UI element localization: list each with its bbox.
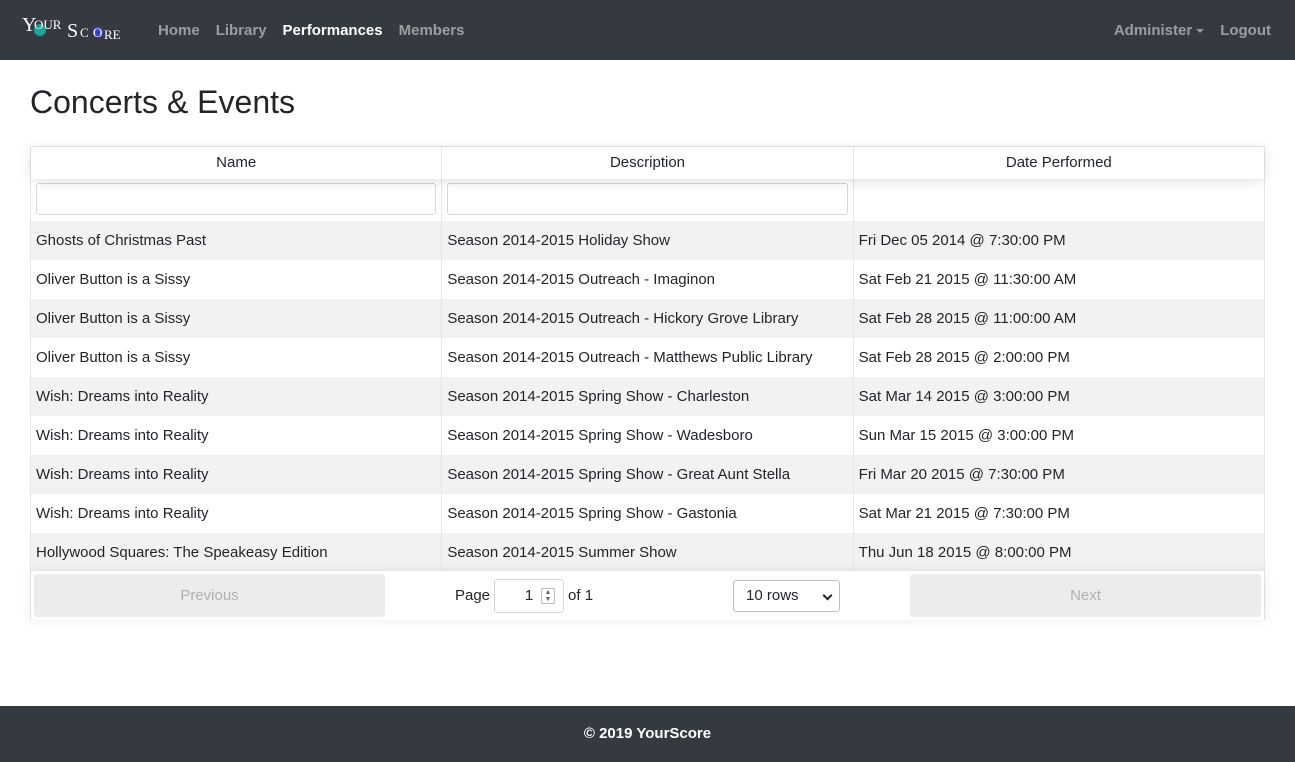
cell-name: Hollywood Squares: The Speakeasy Edition bbox=[31, 533, 443, 572]
caret-down-icon bbox=[1196, 28, 1205, 33]
cell-date: Sat Feb 21 2015 @ 11:30:00 AM bbox=[858, 271, 1077, 288]
pagination-bar: Previous Page 1 ▲ ▼ of 1 10 rows Next bbox=[31, 570, 1264, 620]
cell-date: Fri Mar 20 2015 @ 7:30:00 PM bbox=[858, 466, 1065, 483]
page-info: Page 1 ▲ ▼ of 1 bbox=[454, 578, 594, 613]
footer: © 2019 YourScore bbox=[0, 706, 1295, 762]
cell-name: Wish: Dreams into Reality bbox=[31, 494, 443, 533]
administer-label: Administer bbox=[1113, 21, 1193, 39]
cell-description: Season 2014-2015 Spring Show - Wadesboro bbox=[442, 416, 854, 455]
cell-date: Sun Mar 15 2015 @ 3:00:00 PM bbox=[858, 427, 1075, 444]
table-row[interactable]: Oliver Button is a Sissy Season 2014-201… bbox=[31, 338, 1264, 377]
cell-description: Season 2014-2015 Holiday Show bbox=[442, 221, 854, 260]
table-row[interactable]: Oliver Button is a Sissy Season 2014-201… bbox=[31, 260, 1264, 299]
cell-description: Season 2014-2015 Outreach - Matthews Pub… bbox=[442, 338, 854, 377]
table-row[interactable]: Ghosts of Christmas Past Season 2014-201… bbox=[31, 221, 1264, 260]
column-header-name[interactable]: Name bbox=[31, 147, 443, 179]
table-row[interactable]: Wish: Dreams into Reality Season 2014-20… bbox=[31, 377, 1264, 416]
name-filter-input[interactable] bbox=[36, 183, 437, 215]
logout-link[interactable]: Logout bbox=[1212, 22, 1279, 39]
cell-name: Wish: Dreams into Reality bbox=[31, 416, 443, 455]
page-label: Page bbox=[454, 587, 491, 604]
nav-performances[interactable]: Performances bbox=[275, 22, 391, 39]
rows-per-page-select[interactable]: 10 rows bbox=[733, 579, 840, 612]
cell-name: Wish: Dreams into Reality bbox=[31, 377, 443, 416]
performances-table: Name Description Date Performed Ghosts o… bbox=[30, 146, 1265, 620]
cell-name: Ghosts of Christmas Past bbox=[31, 221, 443, 260]
filter-cell-name bbox=[31, 179, 443, 221]
cell-name: Wish: Dreams into Reality bbox=[31, 455, 443, 494]
page-title: Concerts & Events bbox=[30, 84, 295, 120]
cell-date: Sat Feb 28 2015 @ 2:00:00 PM bbox=[858, 349, 1070, 366]
footer-copyright: © 2019 YourScore bbox=[583, 725, 712, 742]
nav-members[interactable]: Members bbox=[391, 22, 473, 39]
navbar: Y OUR S C O RE Home Library Performances… bbox=[0, 0, 1295, 60]
cell-date: Sat Feb 28 2015 @ 11:00:00 AM bbox=[858, 310, 1077, 327]
svg-text:O: O bbox=[93, 25, 102, 40]
previous-button[interactable]: Previous bbox=[34, 574, 385, 617]
table-row[interactable]: Wish: Dreams into Reality Season 2014-20… bbox=[31, 455, 1264, 494]
chevron-down-icon bbox=[822, 590, 833, 600]
table-row[interactable]: Wish: Dreams into Reality Season 2014-20… bbox=[31, 416, 1264, 455]
cell-date: Sat Mar 14 2015 @ 3:00:00 PM bbox=[858, 388, 1070, 405]
brand-logo[interactable]: Y OUR S C O RE bbox=[22, 15, 126, 45]
administer-dropdown[interactable]: Administer bbox=[1106, 22, 1212, 39]
filter-cell-description bbox=[442, 179, 854, 221]
cell-description: Season 2014-2015 Outreach - Hickory Grov… bbox=[442, 299, 854, 338]
cell-date: Fri Dec 05 2014 @ 7:30:00 PM bbox=[858, 232, 1066, 249]
cell-description: Season 2014-2015 Summer Show bbox=[442, 533, 854, 572]
table-row[interactable]: Oliver Button is a Sissy Season 2014-201… bbox=[31, 299, 1264, 338]
page-number-value: 1 bbox=[524, 587, 534, 604]
svg-text:OUR: OUR bbox=[34, 17, 62, 32]
cell-description: Season 2014-2015 Spring Show - Gastonia bbox=[442, 494, 854, 533]
cell-description: Season 2014-2015 Spring Show - Great Aun… bbox=[442, 455, 854, 494]
pagination-center: Page 1 ▲ ▼ of 1 10 rows bbox=[385, 578, 910, 613]
table-header: Name Description Date Performed bbox=[31, 147, 1264, 179]
cell-date: Thu Jun 18 2015 @ 8:00:00 PM bbox=[858, 544, 1072, 561]
primary-nav: Home Library Performances Members bbox=[150, 22, 472, 39]
spinner-icon[interactable]: ▲ ▼ bbox=[541, 587, 556, 604]
next-button[interactable]: Next bbox=[910, 574, 1261, 617]
filter-row bbox=[31, 179, 1264, 221]
svg-text:C: C bbox=[80, 25, 89, 40]
nav-library[interactable]: Library bbox=[208, 22, 275, 39]
page-number-input[interactable]: 1 ▲ ▼ bbox=[494, 578, 565, 613]
table-row[interactable]: Hollywood Squares: The Speakeasy Edition… bbox=[31, 533, 1264, 572]
column-header-description[interactable]: Description bbox=[442, 147, 854, 179]
cell-name: Oliver Button is a Sissy bbox=[31, 338, 443, 377]
table-row[interactable]: Wish: Dreams into Reality Season 2014-20… bbox=[31, 494, 1264, 533]
cell-name: Oliver Button is a Sissy bbox=[31, 299, 443, 338]
cell-name: Oliver Button is a Sissy bbox=[31, 260, 443, 299]
cell-description: Season 2014-2015 Outreach - Imaginon bbox=[442, 260, 854, 299]
filter-cell-date bbox=[854, 179, 1264, 221]
cell-date: Sat Mar 21 2015 @ 7:30:00 PM bbox=[858, 505, 1070, 522]
svg-text:S: S bbox=[67, 20, 78, 42]
nav-home[interactable]: Home bbox=[150, 22, 208, 39]
description-filter-input[interactable] bbox=[447, 183, 848, 215]
svg-text:RE: RE bbox=[104, 27, 121, 42]
total-pages-label: of 1 bbox=[568, 587, 594, 604]
rows-per-page-value: 10 rows bbox=[746, 587, 799, 604]
secondary-nav: Administer Logout bbox=[1106, 22, 1279, 39]
column-header-date[interactable]: Date Performed bbox=[854, 147, 1264, 179]
cell-description: Season 2014-2015 Spring Show - Charlesto… bbox=[442, 377, 854, 416]
